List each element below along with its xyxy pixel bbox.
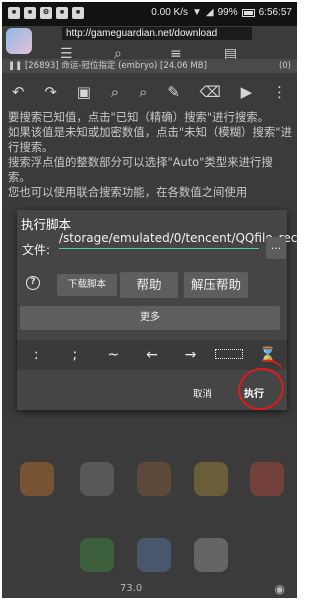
unzip-help-button[interactable]: 解压帮助 [184, 272, 248, 298]
app-icon[interactable] [6, 28, 32, 54]
speed-readout: 73.0 [120, 583, 143, 594]
notification-icons: ■ ■ ⚙ ■ ■ [8, 7, 84, 19]
home-app-icon [80, 538, 114, 572]
help-line: 搜索浮点值的整数部分可以选择"Auto"类型来进行搜索。 [8, 155, 273, 184]
key-colon[interactable]: : [22, 347, 50, 363]
more-menu-icon[interactable]: ⋮ [272, 83, 287, 101]
help-icon[interactable]: ? [26, 276, 40, 290]
home-app-icon [80, 462, 114, 496]
cancel-button[interactable]: 取消 [193, 386, 212, 400]
gameguardian-icon: ⚙ [40, 7, 52, 19]
signal-icon: ◢ [205, 7, 214, 18]
status-bar: ■ ■ ⚙ ■ ■ 0.00 K/s ▼ ◢ 99% 6:56:57 [2, 2, 297, 26]
toolbar: ↶ ↷ ▣ ⌕ ⌕ ✎ ⌫ ▶ ⋮ [2, 78, 297, 106]
key-semicolon[interactable]: ; [61, 347, 89, 363]
home-app-icon [137, 462, 171, 496]
eye-icon[interactable]: ◉ [275, 582, 285, 596]
process-count: (0) [278, 61, 291, 71]
delete-icon[interactable]: ⌫ [200, 83, 221, 101]
notification-icon: ■ [24, 7, 36, 19]
bottom-bar: 73.0 ◉ [2, 582, 297, 598]
status-right: 0.00 K/s ▼ ◢ 99% 6:56:57 [151, 7, 292, 18]
help-text: 要搜索已知值，点击"已知（精确）搜索"进行搜索。 如果该值是未知或加密数值，点击… [8, 110, 292, 200]
battery-percent: 99% [217, 7, 238, 18]
file-path-input[interactable]: /storage/emulated/0/tencent/QQfile_recv/… [59, 231, 297, 249]
browse-button[interactable]: ... [266, 237, 286, 259]
home-app-icon [194, 538, 228, 572]
undo-icon[interactable]: ↶ [12, 83, 25, 101]
redo-icon[interactable]: ↷ [44, 83, 57, 101]
save-icon[interactable]: ▣ [77, 83, 91, 101]
key-tilde[interactable]: ~ [99, 347, 127, 363]
home-app-icon [137, 538, 171, 572]
help-button[interactable]: 帮助 [120, 272, 178, 298]
execute-script-dialog: 执行脚本 文件: /storage/emulated/0/tencent/QQf… [17, 210, 297, 416]
battery-icon [241, 8, 255, 17]
pause-icon[interactable]: ❚❚ [8, 61, 25, 71]
select-box-icon[interactable] [215, 347, 244, 363]
notification-icon: ■ [8, 7, 20, 19]
notification-icon: ■ [56, 7, 68, 19]
net-speed: 0.00 K/s [151, 7, 188, 18]
screen: ■ ■ ⚙ ■ ■ 0.00 K/s ▼ ◢ 99% 6:56:57 http:… [2, 2, 297, 598]
download-script-button[interactable]: 下载脚本 [57, 274, 117, 296]
help-line: 您也可以使用联合搜索功能，在各数值之间使用 [8, 185, 248, 199]
more-button[interactable]: 更多 [20, 306, 280, 330]
home-app-icon [250, 462, 284, 496]
symbol-key-row: : ; ~ ← → ⌛ [17, 340, 287, 370]
refine-icon[interactable]: ⌕ [139, 83, 147, 101]
key-right-arrow[interactable]: → [177, 347, 205, 363]
wifi-icon: ▼ [192, 7, 202, 18]
file-label: 文件: [22, 243, 51, 257]
edit-icon[interactable]: ✎ [167, 83, 180, 101]
process-name: [26893] 命运-冠位指定 (embryo) [24.06 MB] [24, 61, 207, 71]
download-url[interactable]: http://gameguardian.net/download [62, 27, 252, 40]
key-left-arrow[interactable]: ← [138, 347, 166, 363]
help-line: 如果该值是未知或加密数值，点击"未知（模糊）搜索"进行搜索。 [8, 125, 292, 154]
home-app-icon [194, 462, 228, 496]
play-icon[interactable]: ▶ [241, 83, 253, 101]
process-bar[interactable]: ❚❚ [26893] 命运-冠位指定 (embryo) [24.06 MB] (… [2, 59, 297, 73]
notification-icon: ■ [72, 7, 84, 19]
clock: 6:56:57 [258, 7, 292, 18]
help-line: 要搜索已知值，点击"已知（精确）搜索"进行搜索。 [8, 110, 270, 124]
search-icon[interactable]: ⌕ [111, 83, 119, 101]
home-app-icon [20, 462, 54, 496]
